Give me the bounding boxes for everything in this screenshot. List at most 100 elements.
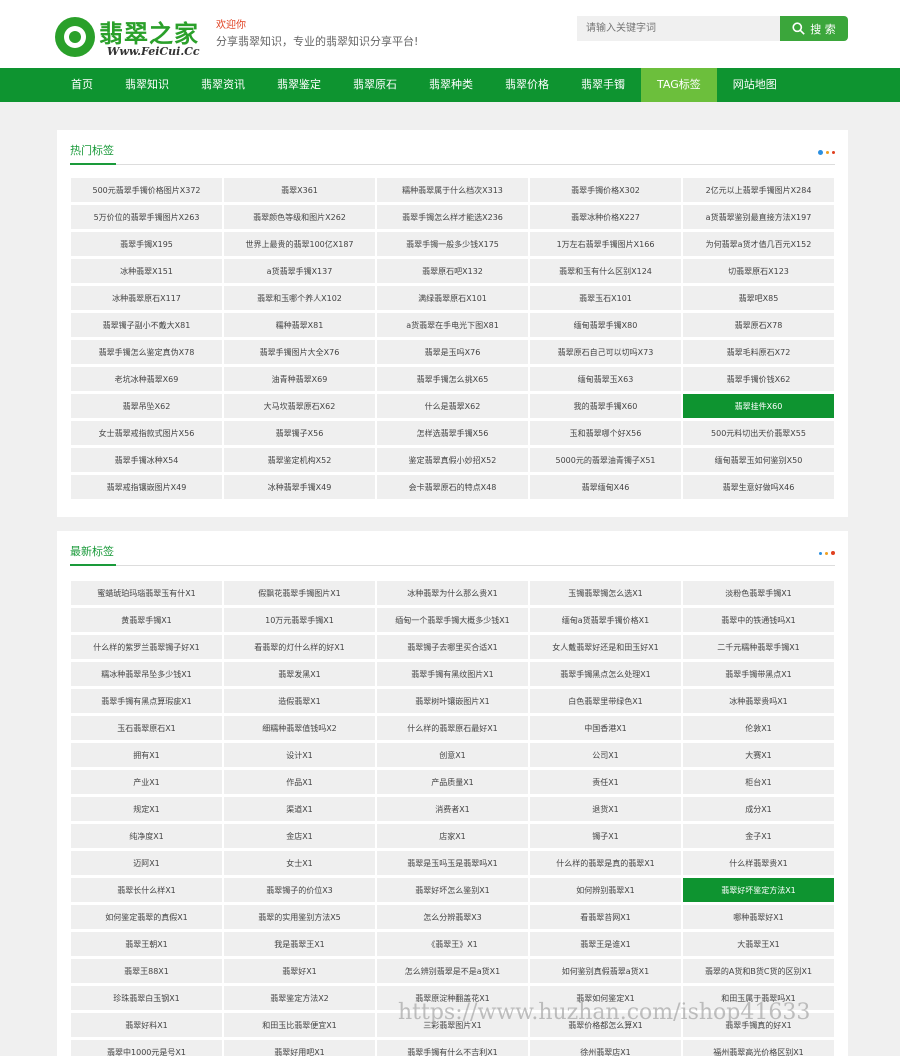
tag-link[interactable]: 拥有X1 — [71, 743, 222, 767]
tag-link[interactable]: 翡翠手镯有什么不吉利X1 — [377, 1040, 528, 1056]
tag-link[interactable]: 翡翠挂件X60 — [683, 394, 834, 418]
tag-link[interactable]: 翡翠手镯怎么鉴定真伪X78 — [71, 340, 222, 364]
tag-link[interactable]: 女士翡翠戒指款式图片X56 — [71, 421, 222, 445]
tag-link[interactable]: 10万元翡翠手镯X1 — [224, 608, 375, 632]
tag-link[interactable]: 翡翠长什么样X1 — [71, 878, 222, 902]
tag-link[interactable]: 会卡翡翠原石的特点X48 — [377, 475, 528, 499]
tag-link[interactable]: 翡翠好坏怎么鉴别X1 — [377, 878, 528, 902]
dot-indicator[interactable] — [825, 552, 828, 555]
tag-link[interactable]: 5000元的翡翠油青镯子X51 — [530, 448, 681, 472]
tag-link[interactable]: 翡翠发黑X1 — [224, 662, 375, 686]
tag-link[interactable]: 翡翠原石X78 — [683, 313, 834, 337]
tag-link[interactable]: 翡翠和玉哪个养人X102 — [224, 286, 375, 310]
tag-link[interactable]: 翡翠手镯图片大全X76 — [224, 340, 375, 364]
tag-link[interactable]: 翡翠王88X1 — [71, 959, 222, 983]
tag-link[interactable]: 看翡翠苔网X1 — [530, 905, 681, 929]
dot-indicator[interactable] — [831, 551, 835, 555]
tag-link[interactable]: 翡翠好坏鉴定方法X1 — [683, 878, 834, 902]
tag-link[interactable]: 大赛X1 — [683, 743, 834, 767]
tag-link[interactable]: 缅甸翡翠玉如何鉴别X50 — [683, 448, 834, 472]
tag-link[interactable]: 哪种翡翠好X1 — [683, 905, 834, 929]
tag-link[interactable]: 蜜蜡琥珀玛瑙翡翠玉有什X1 — [71, 581, 222, 605]
tag-link[interactable]: 翡翠鉴定机构X52 — [224, 448, 375, 472]
tag-link[interactable]: 规定X1 — [71, 797, 222, 821]
nav-item[interactable]: 首页 — [55, 68, 109, 102]
tag-link[interactable]: 怎么辨别翡翠是不是a货X1 — [377, 959, 528, 983]
tag-link[interactable]: 翡翠是玉吗玉是翡翠吗X1 — [377, 851, 528, 875]
tag-link[interactable]: 责任X1 — [530, 770, 681, 794]
tag-link[interactable]: 2亿元以上翡翠手镯图片X284 — [683, 178, 834, 202]
tag-link[interactable]: 500元料切出天价翡翠X55 — [683, 421, 834, 445]
nav-item[interactable]: 翡翠原石 — [337, 68, 413, 102]
tag-link[interactable]: 翡翠手镯X195 — [71, 232, 222, 256]
tag-link[interactable]: 我是翡翠王X1 — [224, 932, 375, 956]
tag-link[interactable]: 老坑冰种翡翠X69 — [71, 367, 222, 391]
tag-link[interactable]: 如何鉴别真假翡翠a货X1 — [530, 959, 681, 983]
tag-link[interactable]: 翡翠吊坠X62 — [71, 394, 222, 418]
tag-link[interactable]: 糯冰种翡翠吊坠多少钱X1 — [71, 662, 222, 686]
tag-link[interactable]: 玉和翡翠哪个好X56 — [530, 421, 681, 445]
dot-indicator[interactable] — [818, 150, 823, 155]
tag-link[interactable]: 怎么分辨翡翠X3 — [377, 905, 528, 929]
tag-link[interactable]: 缅甸一个翡翠手镯大概多少钱X1 — [377, 608, 528, 632]
tag-link[interactable]: 二千元糯种翡翠手镯X1 — [683, 635, 834, 659]
tag-link[interactable]: 造假翡翠X1 — [224, 689, 375, 713]
tag-link[interactable]: 徐州翡翠店X1 — [530, 1040, 681, 1056]
tag-link[interactable]: 白色翡翠里带绿色X1 — [530, 689, 681, 713]
tag-link[interactable]: 翡翠中的铁通钱吗X1 — [683, 608, 834, 632]
tag-link[interactable]: 翡翠手镯有黑点算瑕疵X1 — [71, 689, 222, 713]
nav-item[interactable]: 翡翠手镯 — [565, 68, 641, 102]
tag-link[interactable]: 为何翡翠a货才值几百元X152 — [683, 232, 834, 256]
nav-item[interactable]: 翡翠价格 — [489, 68, 565, 102]
tag-link[interactable]: 翡翠X361 — [224, 178, 375, 202]
tag-link[interactable]: 柜台X1 — [683, 770, 834, 794]
tag-link[interactable]: 如何辨别翡翠X1 — [530, 878, 681, 902]
tag-link[interactable]: 珍珠翡翠白玉钢X1 — [71, 986, 222, 1010]
nav-item[interactable]: 网站地图 — [717, 68, 793, 102]
tag-link[interactable]: 切翡翠原石X123 — [683, 259, 834, 283]
tag-link[interactable]: 看翡翠的灯什么样的好X1 — [224, 635, 375, 659]
tag-link[interactable]: 世界上最贵的翡翠100亿X187 — [224, 232, 375, 256]
tag-link[interactable]: 翡翠手镯黑点怎么处理X1 — [530, 662, 681, 686]
tag-link[interactable]: 冰种翡翠原石X117 — [71, 286, 222, 310]
tag-link[interactable]: 怎样选翡翠手镯X56 — [377, 421, 528, 445]
tag-link[interactable]: 翡翠颜色等级和图片X262 — [224, 205, 375, 229]
tag-link[interactable]: 翡翠中1000元是号X1 — [71, 1040, 222, 1056]
tag-link[interactable]: 中国香港X1 — [530, 716, 681, 740]
tag-link[interactable]: 翡翠手镯带黑点X1 — [683, 662, 834, 686]
tag-link[interactable]: 翡翠玉石X101 — [530, 286, 681, 310]
tag-link[interactable]: 退货X1 — [530, 797, 681, 821]
tag-link[interactable]: 纯净度X1 — [71, 824, 222, 848]
search-button[interactable]: 搜 索 — [780, 16, 848, 41]
tag-link[interactable]: 翡翠镯子副小不戴大X81 — [71, 313, 222, 337]
nav-item[interactable]: 翡翠种类 — [413, 68, 489, 102]
tag-link[interactable]: 《翡翠王》X1 — [377, 932, 528, 956]
tag-link[interactable]: 5万价位的翡翠手镯图片X263 — [71, 205, 222, 229]
tag-link[interactable]: 产业X1 — [71, 770, 222, 794]
tag-link[interactable]: 大马坎翡翠原石X62 — [224, 394, 375, 418]
tag-link[interactable]: 玉镯翡翠镯怎么选X1 — [530, 581, 681, 605]
tag-link[interactable]: 设计X1 — [224, 743, 375, 767]
tag-link[interactable]: 翡翠树叶镶嵌图片X1 — [377, 689, 528, 713]
tag-link[interactable]: 鉴定翡翠真假小妙招X52 — [377, 448, 528, 472]
tag-link[interactable]: 翡翠手镯冰种X54 — [71, 448, 222, 472]
tag-link[interactable]: 翡翠冰种价格X227 — [530, 205, 681, 229]
tag-link[interactable]: 翡翠手镯价钱X62 — [683, 367, 834, 391]
tag-link[interactable]: 翡翠鉴定方法X2 — [224, 986, 375, 1010]
tag-link[interactable]: 店家X1 — [377, 824, 528, 848]
tag-link[interactable]: 产品质量X1 — [377, 770, 528, 794]
tag-link[interactable]: 假飘花翡翠手镯图片X1 — [224, 581, 375, 605]
tag-link[interactable]: 翡翠手镯有黑纹图片X1 — [377, 662, 528, 686]
tag-link[interactable]: 翡翠好X1 — [224, 959, 375, 983]
tag-link[interactable]: 糯种翡翠属于什么档次X313 — [377, 178, 528, 202]
tag-link[interactable]: 冰种翡翠贵吗X1 — [683, 689, 834, 713]
tag-link[interactable]: 什么样的紫罗兰翡翠镯子好X1 — [71, 635, 222, 659]
tag-link[interactable]: 500元翡翠手镯价格图片X372 — [71, 178, 222, 202]
tag-link[interactable]: 翡翠和玉有什么区别X124 — [530, 259, 681, 283]
nav-item[interactable]: 翡翠鉴定 — [261, 68, 337, 102]
tag-link[interactable]: 翡翠镯子的价位X3 — [224, 878, 375, 902]
tag-link[interactable]: 大翡翠王X1 — [683, 932, 834, 956]
tag-link[interactable]: 翡翠王朝X1 — [71, 932, 222, 956]
dot-indicator[interactable] — [832, 151, 835, 154]
tag-link[interactable]: 翡翠缅甸X46 — [530, 475, 681, 499]
